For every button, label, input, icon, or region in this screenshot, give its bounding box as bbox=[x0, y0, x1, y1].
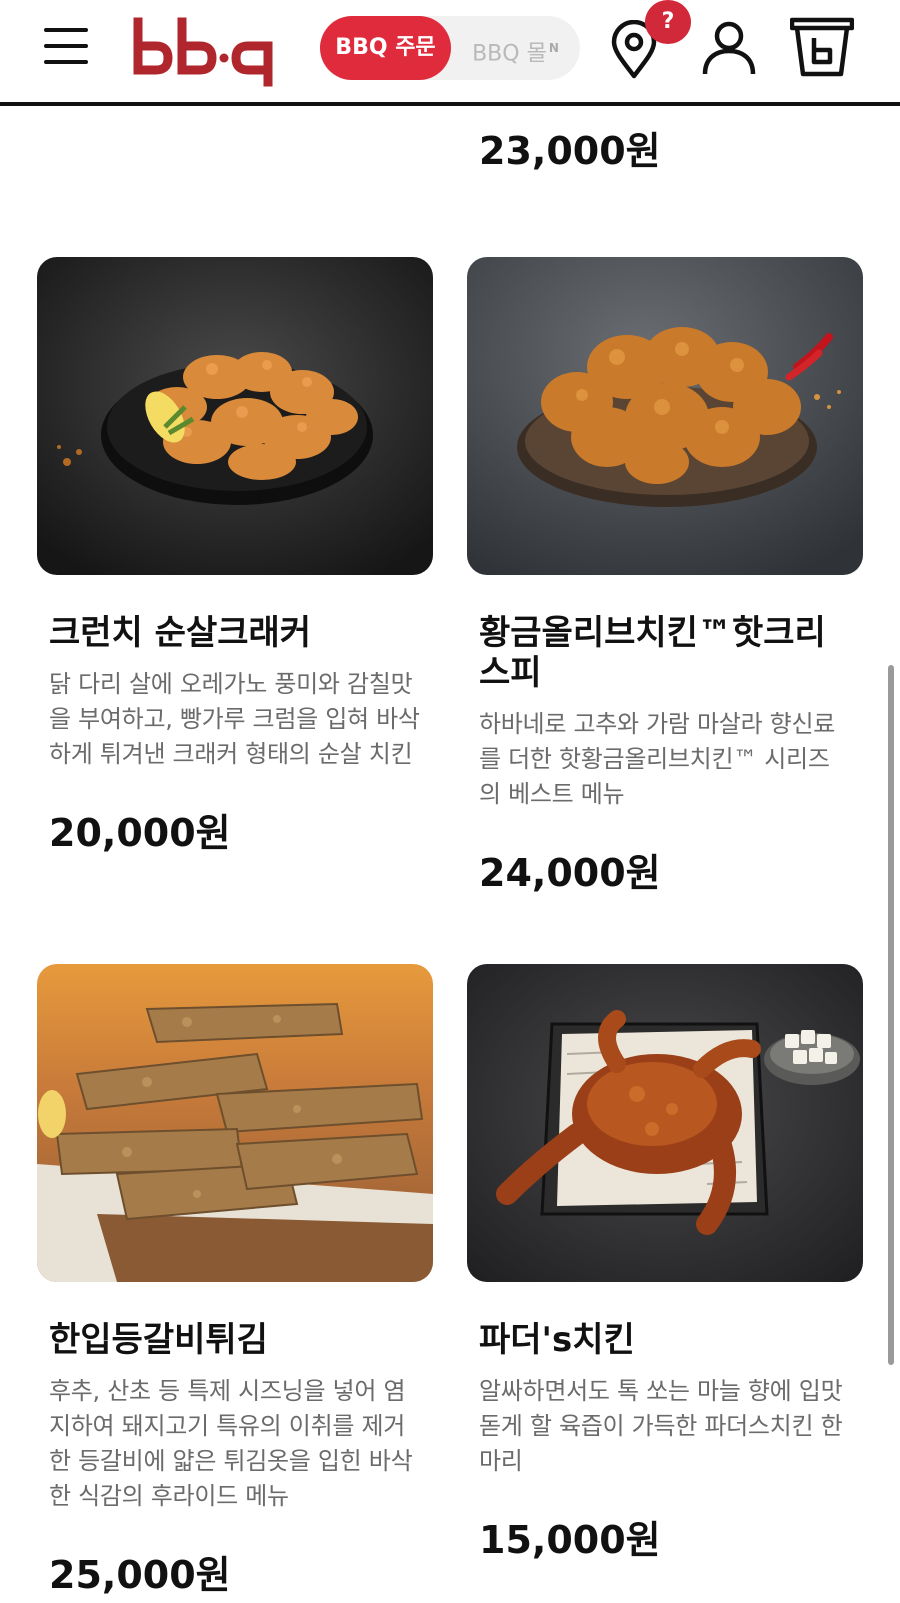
product-description: 닭 다리 살에 오레가노 풍미와 감칠맛을 부여하고, 빵가루 크럼을 입혀 바… bbox=[49, 670, 420, 768]
order-mall-toggle: BBQ 주문 BBQ 몰N bbox=[320, 16, 580, 80]
product-description: 하바네로 고추와 가람 마살라 향신료를 더한 핫황금올리브치킨™ 시리즈의 베… bbox=[479, 710, 836, 808]
product-list[interactable]: 23,000원 크런치 순살크래커 닭 다리 살에 오레가노 풍미와 감칠맛을 … bbox=[0, 106, 900, 1603]
product-card-fathers-chicken[interactable]: 파더's치킨 알싸하면서도 톡 쏘는 마늘 향에 입맛 돋게 할 육즙이 가득한… bbox=[467, 964, 863, 1564]
menu-icon[interactable] bbox=[44, 28, 88, 64]
scrollbar[interactable] bbox=[888, 665, 894, 1365]
product-card-crunch-cracker[interactable]: 크런치 순살크래커 닭 다리 살에 오레가노 풍미와 감칠맛을 부여하고, 빵가… bbox=[37, 257, 433, 857]
cart-bucket-icon[interactable] bbox=[789, 16, 855, 82]
location-badge[interactable]: ? bbox=[645, 0, 691, 44]
previous-product-price: 23,000원 bbox=[479, 129, 661, 173]
product-price: 20,000원 bbox=[49, 811, 231, 855]
product-price: 24,000원 bbox=[479, 851, 661, 895]
product-price: 15,000원 bbox=[479, 1518, 661, 1562]
product-name[interactable]: 황금올리브치킨™핫크리스피 bbox=[479, 613, 851, 693]
product-card-hot-crispy[interactable]: 황금올리브치킨™핫크리스피 하바네로 고추와 가람 마살라 향신료를 더한 핫황… bbox=[467, 257, 863, 897]
user-icon[interactable] bbox=[700, 18, 758, 80]
bbq-mall-tab[interactable]: BBQ 몰N bbox=[451, 16, 580, 80]
product-name[interactable]: 한입등갈비튀김 bbox=[49, 1320, 421, 1360]
product-name[interactable]: 크런치 순살크래커 bbox=[49, 613, 421, 653]
product-image[interactable] bbox=[467, 257, 863, 575]
product-image[interactable] bbox=[467, 964, 863, 1282]
product-card-rib-fry[interactable]: 한입등갈비튀김 후추, 산초 등 특제 시즈닝을 넣어 염지하여 돼지고기 특유… bbox=[37, 964, 433, 1599]
new-badge: N bbox=[548, 41, 559, 55]
product-image[interactable] bbox=[37, 257, 433, 575]
bbq-logo[interactable] bbox=[130, 16, 282, 88]
product-description: 알싸하면서도 톡 쏘는 마늘 향에 입맛 돋게 할 육즙이 가득한 파더스치킨 … bbox=[479, 1377, 843, 1475]
product-image[interactable] bbox=[37, 964, 433, 1282]
product-price: 25,000원 bbox=[49, 1553, 231, 1597]
top-header: BBQ 주문 BBQ 몰N ? bbox=[0, 0, 900, 106]
bbq-mall-label: BBQ 몰 bbox=[472, 41, 547, 67]
product-name[interactable]: 파더's치킨 bbox=[479, 1320, 851, 1360]
product-description: 후추, 산초 등 특제 시즈닝을 넣어 염지하여 돼지고기 특유의 이취를 제거… bbox=[49, 1377, 413, 1510]
bbq-order-tab[interactable]: BBQ 주문 bbox=[320, 16, 451, 80]
